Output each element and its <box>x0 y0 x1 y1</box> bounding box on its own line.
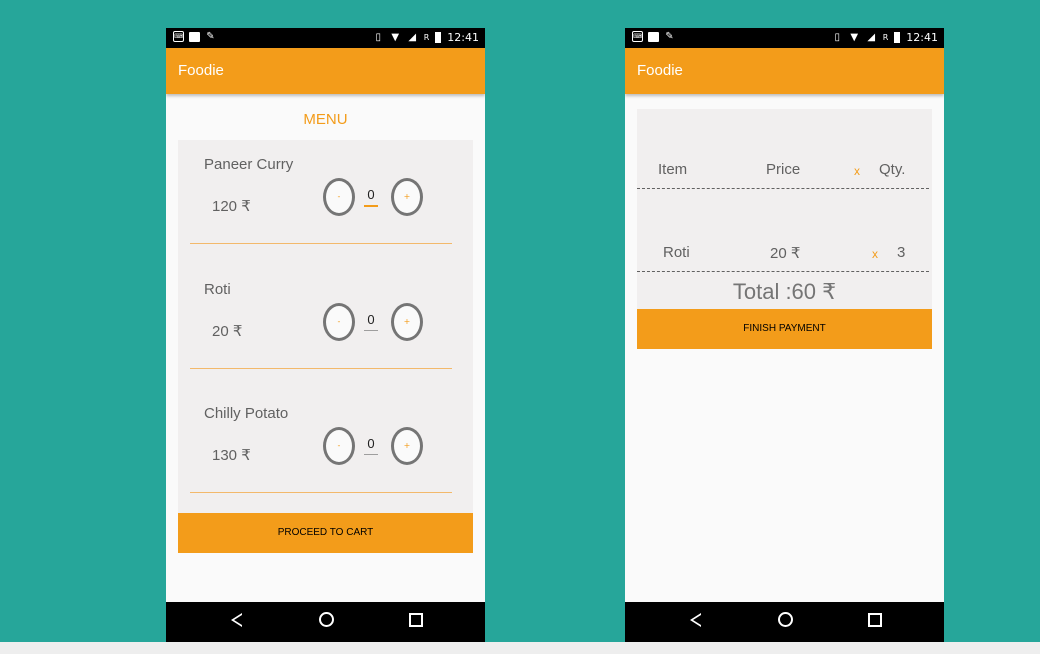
item-name: Roti <box>204 281 231 298</box>
row-times: x <box>872 247 878 261</box>
item-name: Chilly Potato <box>204 405 289 422</box>
mic-off-icon: ✎ <box>206 31 215 42</box>
column-header-qty: Qty. <box>879 161 906 178</box>
keyboard-icon: ⌨ <box>173 31 184 42</box>
mic-off-icon: ✎ <box>665 31 674 42</box>
vibrate-icon: ▯ <box>375 32 381 43</box>
increment-button[interactable]: + <box>391 178 423 216</box>
finish-payment-button[interactable]: FINISH PAYMENT <box>637 309 932 349</box>
quantity-field[interactable]: 0 <box>364 436 378 455</box>
row-item: Roti <box>663 244 690 261</box>
row-divider <box>637 271 929 272</box>
keyboard-icon: ⌨ <box>632 31 643 42</box>
home-icon[interactable] <box>314 612 338 632</box>
recent-apps-icon[interactable] <box>863 612 887 632</box>
status-bar: ⌨ ✎ ▯ ▼ ◢ R 12:41 <box>625 28 944 48</box>
app-title: Foodie <box>637 62 683 79</box>
roaming-indicator: R <box>882 33 889 42</box>
menu-list: Paneer Curry 120 ₹ - 0 + Roti 20 ₹ - 0 +… <box>178 140 473 513</box>
item-divider <box>190 368 452 369</box>
proceed-to-cart-button[interactable]: PROCEED TO CART <box>178 513 473 553</box>
battery-icon <box>435 32 442 43</box>
navigation-bar <box>166 602 485 642</box>
quantity-field[interactable]: 0 <box>364 187 378 207</box>
item-price: 20 ₹ <box>212 323 243 340</box>
item-price: 130 ₹ <box>212 447 251 464</box>
app-title: Foodie <box>178 62 224 79</box>
increment-button[interactable]: + <box>391 427 423 465</box>
menu-heading: MENU <box>303 111 348 128</box>
decrement-button[interactable]: - <box>323 178 355 216</box>
decrement-button[interactable]: - <box>323 427 355 465</box>
roaming-indicator: R <box>423 33 430 42</box>
signal-icon: ◢ <box>408 32 417 43</box>
image-icon <box>648 31 659 42</box>
item-divider <box>190 243 452 244</box>
battery-icon <box>894 32 901 43</box>
decrement-button[interactable]: - <box>323 303 355 341</box>
column-header-item: Item <box>658 161 688 178</box>
status-time: 12:41 <box>906 31 938 44</box>
increment-button[interactable]: + <box>391 303 423 341</box>
row-price: 20 ₹ <box>770 245 801 262</box>
item-price: 120 ₹ <box>212 198 251 215</box>
status-bar: ⌨ ✎ ▯ ▼ ◢ R 12:41 <box>166 28 485 48</box>
header-divider <box>637 188 929 189</box>
column-header-price: Price <box>766 161 801 178</box>
back-icon[interactable] <box>224 612 248 632</box>
wifi-icon: ▼ <box>850 32 859 43</box>
app-bar: Foodie <box>166 48 485 94</box>
navigation-bar <box>625 602 944 642</box>
bottom-strip <box>0 642 1040 654</box>
app-bar: Foodie <box>625 48 944 94</box>
image-icon <box>189 31 200 42</box>
recent-apps-icon[interactable] <box>404 612 428 632</box>
menu-item-paneer-curry: Paneer Curry 120 ₹ - 0 + <box>178 140 473 264</box>
back-icon[interactable] <box>683 612 707 632</box>
wifi-icon: ▼ <box>391 32 400 43</box>
signal-icon: ◢ <box>867 32 876 43</box>
status-time: 12:41 <box>447 31 479 44</box>
menu-item-chilly-potato: Chilly Potato 130 ₹ - 0 + <box>178 389 473 513</box>
menu-item-roti: Roti 20 ₹ - 0 + <box>178 265 473 389</box>
cart-total: Total :60 ₹ <box>732 279 837 304</box>
home-icon[interactable] <box>773 612 797 632</box>
menu-phone-screen: ⌨ ✎ ▯ ▼ ◢ R 12:41 Foodie MENU Paneer Cur… <box>166 28 485 642</box>
item-divider <box>190 492 452 493</box>
cart-table: Item Price x Qty. Roti 20 ₹ x 3 Total :6… <box>637 109 932 309</box>
cart-phone-screen: ⌨ ✎ ▯ ▼ ◢ R 12:41 Foodie Item Price x Qt… <box>625 28 944 642</box>
column-header-times: x <box>854 164 860 178</box>
quantity-field[interactable]: 0 <box>364 312 378 331</box>
vibrate-icon: ▯ <box>834 32 840 43</box>
row-qty: 3 <box>897 244 906 261</box>
item-name: Paneer Curry <box>204 156 294 173</box>
